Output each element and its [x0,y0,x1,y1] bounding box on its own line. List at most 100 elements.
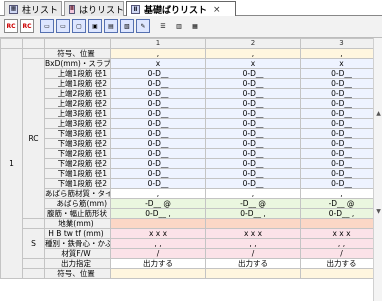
grid-cell[interactable]: 0-D__ [110,158,206,169]
copy-icon[interactable]: ▧ [120,19,134,33]
grid-cell[interactable]: -D__ @ [110,198,206,209]
grid-cell[interactable]: x x x [300,228,382,239]
grid-cell[interactable]: 0-D__ [205,168,301,179]
grid-cell[interactable]: 出力する [300,258,382,269]
grid-cell[interactable]: 0-D__ [205,78,301,89]
grid-cell[interactable]: x [110,58,206,69]
grid-cell[interactable]: 0-D__ [300,138,382,149]
grid-cell[interactable]: 0-D__ [205,88,301,99]
wall-icon[interactable]: ▤ [104,19,118,33]
grid-cell[interactable] [205,268,301,279]
grid-cell[interactable]: 0-D__ [300,168,382,179]
grid-cell[interactable]: x [205,58,301,69]
grid-cell[interactable]: 0-D__ [110,98,206,109]
row-label: 下端1段筋 径2 [44,178,111,189]
column-header[interactable]: 1 [110,38,206,49]
list-icon[interactable]: ☰ [156,19,170,33]
rc-button[interactable]: RC [20,19,34,33]
grid-cell[interactable]: 0-D__ [300,68,382,79]
grid-cell[interactable]: 出力する [110,258,206,269]
grid-cell[interactable]: 0-D__ [300,128,382,139]
grid-cell[interactable] [300,218,382,229]
grid-cell[interactable]: 0-D__ [300,108,382,119]
grid-cell[interactable]: x x x [110,228,206,239]
grid-cell[interactable]: 0-D__ , [205,208,301,219]
grid-cell[interactable] [300,268,382,279]
rc-button[interactable]: RC [4,19,18,33]
grid-cell[interactable]: / [110,248,206,259]
grid-cell[interactable]: , , [300,238,382,249]
grid-cell[interactable]: 0-D__ [300,118,382,129]
row-label: 上端3段筋 径2 [44,118,111,129]
column-header[interactable]: 3 [300,38,382,49]
column-header[interactable]: 2 [205,38,301,49]
grid-cell[interactable]: 0-D__ [110,68,206,79]
grid-cell[interactable]: 0-D__ [205,98,301,109]
grid-cell[interactable]: 0-D__ [205,68,301,79]
grid-cell[interactable]: , , [205,238,301,249]
toolbar: RC RC ▭ ▭ ▢ ▣ ▤ ▧ ✎ ☰ ▥ ▦ [0,16,382,38]
grid-cell[interactable]: , [110,48,206,59]
row-label: 上端2段筋 径1 [44,88,111,99]
grid-cell[interactable]: 0-D__ [110,168,206,179]
grid-cell[interactable]: 0-D__ [300,98,382,109]
grid-cell[interactable] [110,218,206,229]
grid-cell[interactable]: 0-D__ [300,158,382,169]
grid-cell[interactable]: 0-D__ [205,118,301,129]
grid-cell[interactable]: 0-D__ , [110,208,206,219]
grid-cell[interactable]: , [205,48,301,59]
group-label: 1 [0,48,23,279]
grid-cell[interactable]: , [300,188,382,199]
grid-cell[interactable]: 0-D__ [205,128,301,139]
tab-beam-list[interactable]: Ⅱ はりリスト [64,1,124,16]
row-label: BxD(mm)・スラブ [44,58,111,69]
grid-cell[interactable] [205,218,301,229]
columns-icon[interactable]: ▥ [172,19,186,33]
grid-cell[interactable]: -D__ @ [205,198,301,209]
grid-cell[interactable]: 0-D__ [110,128,206,139]
grid-cell[interactable]: / [205,248,301,259]
grid-cell[interactable]: 0-D__ [205,178,301,189]
grid-cell[interactable]: 0-D__ , [300,208,382,219]
section-icon[interactable]: ▢ [72,19,86,33]
grid-cell[interactable]: -D__ @ [300,198,382,209]
row-label: あばら筋(mm) [44,198,111,209]
grid-cell[interactable]: 0-D__ [110,178,206,189]
grid-cell[interactable]: 0-D__ [110,118,206,129]
grid-cell[interactable]: 0-D__ [300,88,382,99]
tab-foundation-beam-list[interactable]: Ⅱ 基礎ばりリスト × [126,1,236,17]
edit-icon[interactable]: ✎ [136,19,150,33]
close-icon[interactable]: × [213,5,221,15]
vertical-scrollbar[interactable]: ▲ ▼ [373,38,382,301]
tab-label: 柱リスト [22,5,59,16]
grid-cell[interactable]: 0-D__ [300,148,382,159]
grid-cell[interactable]: , , [110,238,206,249]
table-icon[interactable]: ▦ [188,19,202,33]
beam-icon[interactable]: ▭ [56,19,70,33]
grid-cell[interactable]: 出力する [205,258,301,269]
grid-cell[interactable]: 0-D__ [110,78,206,89]
column-icon[interactable]: ▭ [40,19,54,33]
grid-cell[interactable]: x [300,58,382,69]
grid-cell[interactable]: 0-D__ [110,148,206,159]
frame-icon[interactable]: ▣ [88,19,102,33]
grid-cell[interactable]: 0-D__ [205,148,301,159]
grid-cell[interactable]: / [300,248,382,259]
row-label: 下端3段筋 径1 [44,128,111,139]
scroll-down-icon[interactable]: ▼ [375,208,382,215]
grid-cell[interactable]: 0-D__ [110,108,206,119]
grid-cell[interactable]: 0-D__ [205,108,301,119]
grid-cell[interactable]: , [300,48,382,59]
grid-cell[interactable] [110,268,206,279]
tab-column-list[interactable]: ▦ 柱リスト [4,1,62,16]
grid-cell[interactable]: 0-D__ [300,178,382,189]
grid-cell[interactable]: 0-D__ [205,158,301,169]
grid-cell[interactable]: , [110,188,206,199]
grid-cell[interactable]: 0-D__ [205,138,301,149]
grid-cell[interactable]: , [205,188,301,199]
grid-cell[interactable]: 0-D__ [110,138,206,149]
grid-cell[interactable]: x x x [205,228,301,239]
scroll-up-icon[interactable]: ▲ [375,110,382,117]
grid-cell[interactable]: 0-D__ [300,78,382,89]
grid-cell[interactable]: 0-D__ [110,88,206,99]
